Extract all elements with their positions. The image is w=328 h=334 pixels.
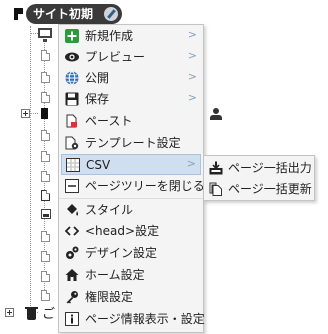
tree-root-label: サイト初期 [33, 7, 94, 21]
page-icon[interactable] [41, 130, 50, 141]
menu-item-label: ページ情報表示・設定 [85, 312, 205, 326]
page-icon[interactable] [41, 231, 50, 242]
tree-guide-main [30, 26, 31, 308]
menu-item-csv[interactable]: CSV > [61, 154, 201, 175]
submenu-item-label: ページ一括更新 [228, 182, 312, 196]
submenu-arrow-icon: > [187, 28, 197, 41]
menu-item-close-page-tree[interactable]: ページツリーを閉じる [61, 176, 205, 197]
menu-item-template-settings[interactable]: テンプレート設定 [61, 133, 201, 154]
menu-separator [59, 198, 203, 199]
info-icon [65, 312, 79, 326]
menu-item-label: 権限設定 [85, 290, 134, 304]
submenu-arrow-icon: > [186, 157, 196, 170]
page-icon[interactable] [41, 190, 50, 201]
menu-item-preview[interactable]: プレビュー > [61, 47, 201, 68]
export-tray-icon [209, 161, 223, 175]
menu-item-label: ペースト [85, 114, 133, 128]
menu-item-label: CSV [86, 158, 111, 172]
menu-item-new[interactable]: 新規作成 > [61, 26, 201, 47]
submenu-arrow-icon: > [187, 91, 197, 104]
home-icon [65, 269, 79, 281]
page-icon[interactable] [41, 50, 50, 61]
floppy-disk-icon [65, 92, 79, 106]
pencil-edit-icon[interactable] [104, 7, 118, 21]
menu-item-label: テンプレート設定 [85, 136, 181, 150]
page-icon[interactable] [41, 290, 50, 301]
page-icon[interactable] [41, 151, 50, 162]
menu-item-label: ページツリーを閉じる [85, 179, 205, 193]
menu-item-page-info-settings[interactable]: ページ情報表示・設定 [61, 309, 205, 330]
menu-item-style[interactable]: スタイル [61, 200, 201, 221]
menu-item-design-settings[interactable]: デザイン設定 [61, 243, 201, 264]
submenu-item-bulk-update[interactable]: ページ一括更新 [206, 179, 312, 199]
menu-item-label: スタイル [85, 203, 134, 217]
collapse-icon [65, 179, 79, 193]
folder-page-icon[interactable] [41, 108, 48, 119]
submenu-item-label: ページ一括出力 [228, 161, 312, 175]
expand-toggle-icon[interactable] [5, 308, 14, 317]
page-icon[interactable] [41, 251, 50, 262]
globe-icon [65, 71, 79, 85]
trash-icon[interactable] [25, 307, 38, 320]
menu-item-home-settings[interactable]: ホーム設定 [61, 265, 201, 286]
menu-item-paste[interactable]: ペースト [61, 111, 201, 132]
submenu-arrow-icon: > [187, 49, 197, 62]
gears-icon [66, 246, 79, 259]
expand-toggle-icon[interactable] [21, 109, 30, 118]
menu-item-label: <head>設定 [85, 224, 160, 238]
menu-item-head-settings[interactable]: <head>設定 [61, 221, 201, 242]
menu-item-permission-settings[interactable]: 権限設定 [61, 287, 201, 308]
trash-node-label[interactable]: ご [42, 303, 55, 322]
site-root-icon [14, 8, 23, 20]
context-menu: 新規作成 > プレビュー > 公開 > 保存 > ペースト テンプレート設定 C… [58, 24, 205, 333]
template-settings-icon [65, 136, 79, 150]
tree-root-node[interactable]: サイト初期 [26, 4, 122, 24]
copy-pages-icon [209, 182, 222, 196]
menu-item-label: 公開 [85, 71, 110, 85]
paste-icon [66, 114, 77, 128]
submenu-item-bulk-export[interactable]: ページ一括出力 [206, 158, 312, 178]
eye-icon [65, 52, 79, 62]
page-icon[interactable] [41, 72, 50, 83]
tree-hguide [30, 113, 38, 114]
image-page-icon[interactable] [41, 209, 51, 219]
menu-item-label: 新規作成 [85, 29, 134, 43]
menu-item-label: 保存 [85, 92, 110, 106]
paint-bucket-icon [67, 204, 79, 216]
page-icon[interactable] [41, 92, 50, 103]
monitor-icon [38, 28, 52, 42]
menu-item-label: ホーム設定 [85, 268, 145, 282]
csv-grid-icon [66, 158, 80, 172]
plus-icon [65, 29, 79, 43]
key-icon [66, 291, 78, 304]
submenu-arrow-icon: > [187, 70, 197, 83]
tree-hguide [30, 33, 38, 34]
menu-item-label: プレビュー [85, 50, 146, 64]
user-icon [210, 108, 222, 120]
menu-item-save[interactable]: 保存 > [61, 89, 201, 110]
page-icon[interactable] [41, 271, 50, 282]
menu-item-publish[interactable]: 公開 > [61, 68, 201, 89]
page-icon[interactable] [41, 171, 50, 182]
menu-item-label: デザイン設定 [85, 246, 158, 260]
code-arrows-icon [65, 226, 79, 236]
csv-submenu: ページ一括出力 ページ一括更新 [203, 155, 315, 201]
